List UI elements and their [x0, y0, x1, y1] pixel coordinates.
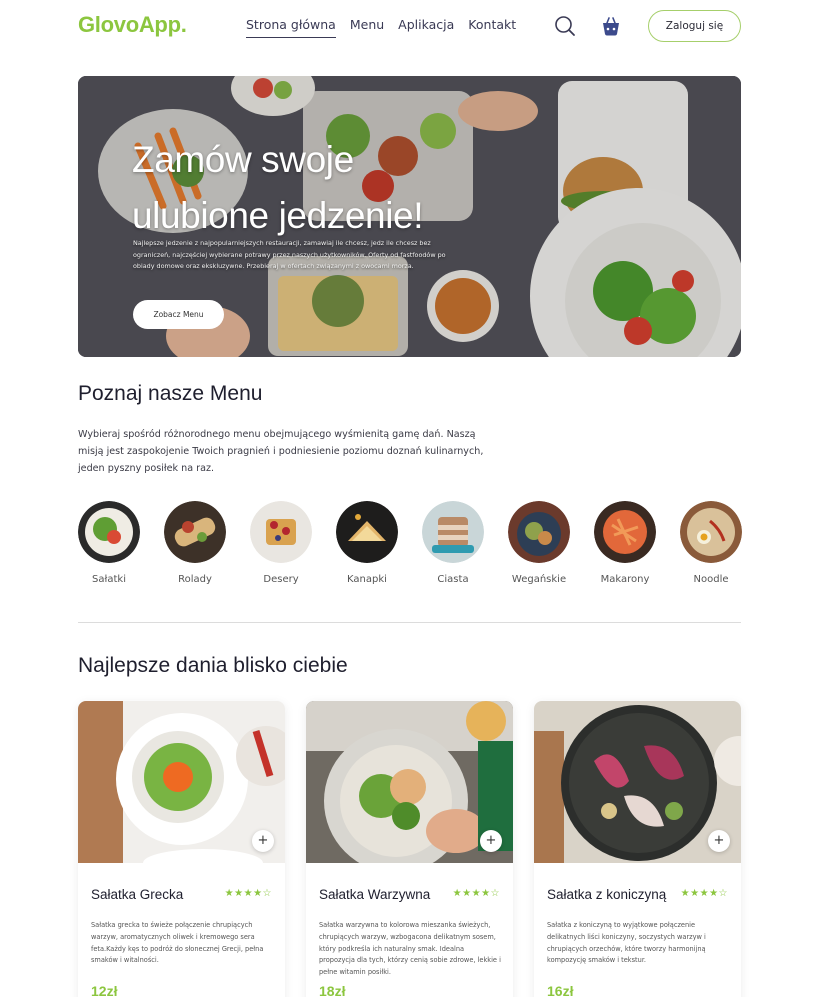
dishes-section-title: Najlepsze dania blisko ciebie	[78, 654, 348, 677]
main-nav: Strona główna Menu Aplikacja Kontakt	[246, 17, 516, 38]
dish-name: Sałatka Warzywna	[319, 887, 431, 902]
rating-stars: ★★★★☆	[224, 888, 272, 899]
dish-card-vegetable-salad[interactable]: + Sałatka Warzywna ★★★★☆ Sałatka warzywn…	[306, 701, 513, 997]
category-wraps[interactable]: Rolady	[163, 501, 227, 585]
dish-description: Sałatka grecka to świeże połączenie chru…	[91, 921, 264, 965]
dish-card-greek-salad[interactable]: + Sałatka Grecka ★★★★☆ Sałatka grecka to…	[78, 701, 285, 997]
category-vegan[interactable]: Wegańskie	[507, 501, 571, 585]
category-desserts[interactable]: Desery	[249, 501, 313, 585]
dish-price: 12zł	[91, 983, 118, 997]
category-sandwiches[interactable]: Kanapki	[335, 501, 399, 585]
category-label: Kanapki	[347, 574, 387, 585]
category-image	[250, 501, 312, 563]
dish-description: Sałatka z koniczyną to wyjątkowe połącze…	[547, 921, 706, 965]
category-pasta[interactable]: Makarony	[593, 501, 657, 585]
category-label: Desery	[263, 574, 299, 585]
category-label: Ciasta	[437, 574, 469, 585]
category-image	[422, 501, 484, 563]
hero-title-line-2: ulubione jedzenie!	[132, 195, 424, 236]
category-image	[680, 501, 742, 563]
logo[interactable]: GlovoApp.	[78, 12, 187, 38]
category-label: Makarony	[600, 574, 650, 585]
nav-item-contact[interactable]: Kontakt	[468, 17, 516, 38]
basket-icon[interactable]	[599, 14, 623, 38]
dish-card-clover-salad[interactable]: + Sałatka z koniczyną ★★★★☆ Sałatka z ko…	[534, 701, 741, 997]
dish-price: 18zł	[319, 983, 346, 997]
menu-section-title: Poznaj nasze Menu	[78, 382, 263, 405]
hero-banner: Zamów swoje ulubione jedzenie! Najlepsze…	[78, 76, 741, 357]
category-image	[78, 501, 140, 563]
category-label: Noodle	[693, 574, 729, 585]
see-menu-button[interactable]: Zobacz Menu	[133, 300, 224, 329]
search-icon[interactable]	[553, 14, 577, 38]
hero-description: Najlepsze jedzenie z najpopularniejszych…	[133, 239, 446, 271]
menu-section-description: Wybieraj spośród różnorodnego menu obejm…	[78, 429, 484, 474]
category-label: Sałatki	[92, 574, 126, 585]
add-to-cart-button[interactable]: +	[252, 830, 274, 852]
category-cakes[interactable]: Ciasta	[421, 501, 485, 585]
dish-name: Sałatka z koniczyną	[547, 887, 667, 902]
rating-stars: ★★★★☆	[680, 888, 728, 899]
category-label: Rolady	[178, 574, 212, 585]
category-noodles[interactable]: Noodle	[679, 501, 743, 585]
dish-description: Sałatka warzywna to kolorowa mieszanka ś…	[319, 921, 501, 977]
category-list: Sałatki Rolady Desery Kanapki Ciasta Weg…	[77, 501, 743, 591]
hero-title-line-1: Zamów swoje	[132, 139, 354, 180]
hero-title: Zamów swoje ulubione jedzenie!	[132, 132, 424, 244]
category-image	[508, 501, 570, 563]
category-image	[336, 501, 398, 563]
dish-price: 16zł	[547, 983, 574, 997]
category-label: Wegańskie	[511, 574, 567, 585]
add-to-cart-button[interactable]: +	[480, 830, 502, 852]
category-salads[interactable]: Sałatki	[77, 501, 141, 585]
nav-item-home[interactable]: Strona główna	[246, 17, 336, 38]
add-to-cart-button[interactable]: +	[708, 830, 730, 852]
login-button[interactable]: Zaloguj się	[648, 10, 741, 42]
rating-stars: ★★★★☆	[452, 888, 500, 899]
category-image	[164, 501, 226, 563]
dish-name: Sałatka Grecka	[91, 887, 184, 902]
section-divider	[78, 622, 741, 623]
nav-item-menu[interactable]: Menu	[350, 17, 384, 38]
category-image	[594, 501, 656, 563]
nav-item-app[interactable]: Aplikacja	[398, 17, 454, 38]
